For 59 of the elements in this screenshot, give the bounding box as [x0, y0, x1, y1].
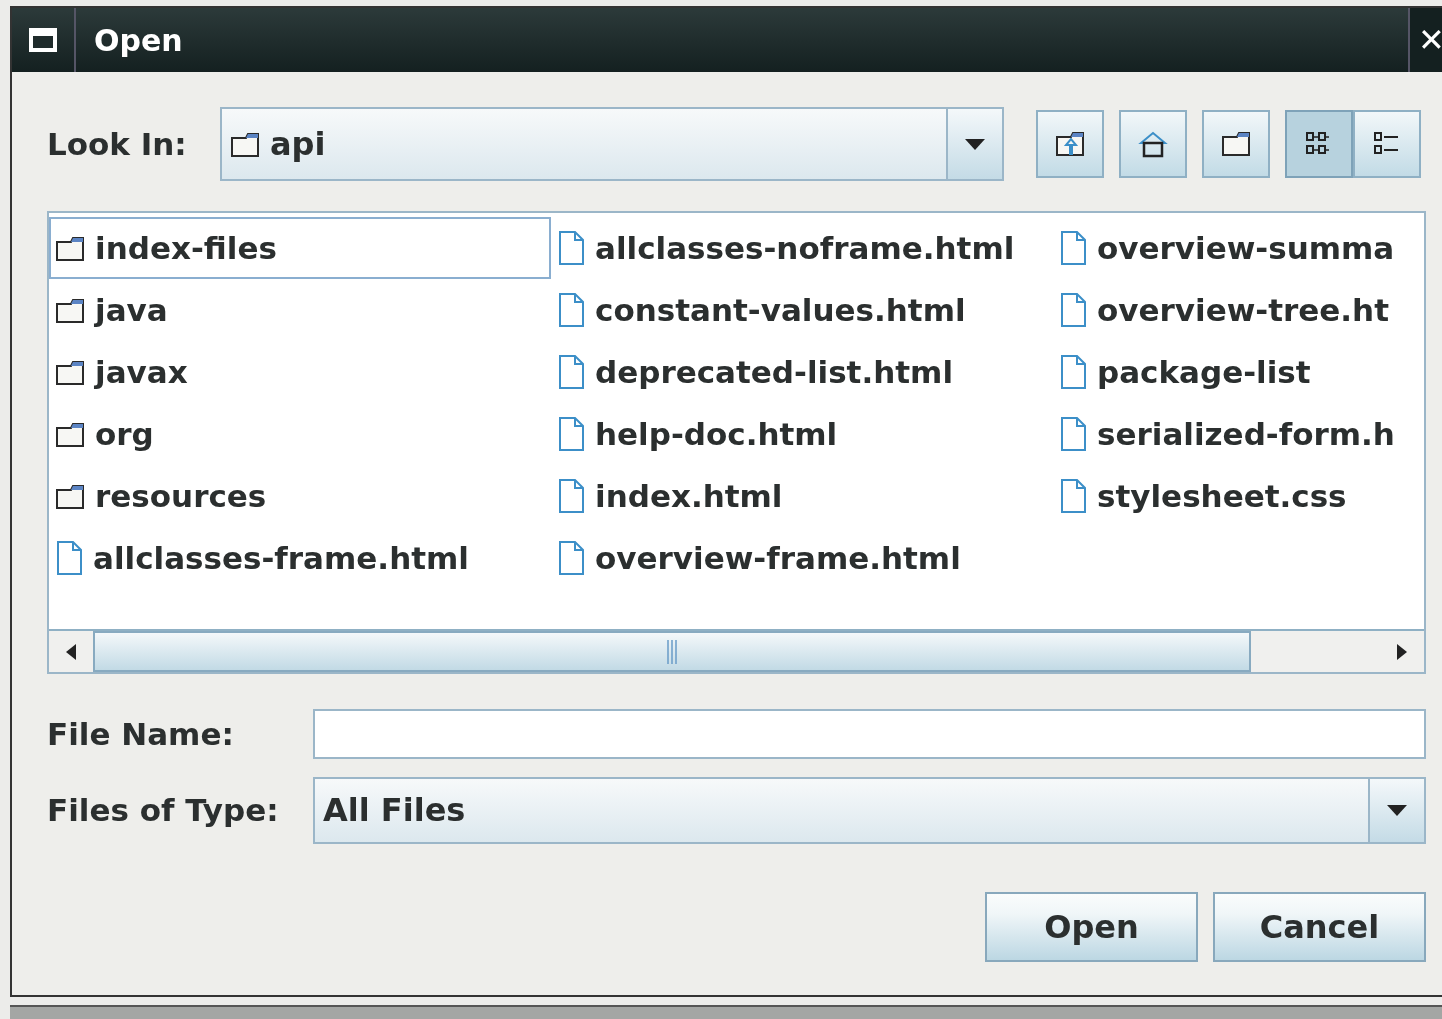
file-icon — [557, 354, 585, 390]
file-icon — [1059, 416, 1087, 452]
file-list-item[interactable]: overview-summa — [1053, 217, 1413, 279]
folder-icon — [55, 358, 85, 386]
file-icon — [557, 416, 585, 452]
folder-icon — [55, 420, 85, 448]
details-view-button[interactable] — [1353, 109, 1421, 178]
close-button[interactable]: ✕ — [1408, 8, 1442, 72]
folder-icon — [55, 482, 85, 510]
right-arrow-icon — [1396, 642, 1408, 661]
file-list-item[interactable]: allclasses-frame.html — [49, 527, 551, 589]
file-icon — [1059, 292, 1087, 328]
list-view-button[interactable] — [1285, 109, 1353, 178]
file-list-item[interactable]: index-files — [49, 217, 551, 279]
look-in-combo[interactable]: api — [220, 106, 1004, 181]
folder-button[interactable] — [1202, 109, 1270, 178]
file-list-item[interactable]: deprecated-list.html — [551, 341, 1053, 403]
file-type-combo[interactable]: All Files — [313, 776, 1426, 844]
file-icon — [557, 230, 585, 266]
window-title: Open — [94, 22, 184, 58]
file-icon — [557, 540, 585, 576]
file-icon — [55, 540, 83, 576]
file-list-item[interactable]: package-list — [1053, 341, 1413, 403]
file-name-field[interactable] — [313, 709, 1426, 759]
file-icon — [1059, 230, 1087, 266]
dropdown-arrow-button[interactable] — [1368, 778, 1424, 842]
file-type-label: Files of Type: — [47, 792, 280, 828]
folder-icon — [55, 234, 85, 262]
file-icon — [557, 478, 585, 514]
file-list-item[interactable]: serialized-form.h — [1053, 403, 1413, 465]
folder-icon — [55, 296, 85, 324]
file-list-item[interactable]: org — [49, 403, 551, 465]
file-list-item[interactable]: allclasses-noframe.html — [551, 217, 1053, 279]
look-in-label: Look In: — [47, 125, 188, 162]
caret-icon — [1385, 802, 1409, 818]
file-name-label: File Name: — [47, 716, 235, 752]
dropdown-arrow-button[interactable] — [946, 108, 1002, 179]
file-list-item[interactable]: overview-tree.ht — [1053, 279, 1413, 341]
file-icon — [557, 292, 585, 328]
scrollbar-thumb[interactable] — [93, 631, 1251, 672]
horizontal-scrollbar[interactable] — [49, 629, 1424, 672]
file-icon — [1059, 354, 1087, 390]
left-arrow-icon — [65, 642, 77, 661]
file-list-item[interactable]: help-doc.html — [551, 403, 1053, 465]
up-folder-button[interactable] — [1036, 109, 1104, 178]
file-list-item[interactable]: constant-values.html — [551, 279, 1053, 341]
file-list-item[interactable]: java — [49, 279, 551, 341]
file-list-item[interactable]: stylesheet.css — [1053, 465, 1413, 527]
cancel-button[interactable]: Cancel — [1213, 892, 1426, 962]
file-list-item[interactable]: overview-frame.html — [551, 527, 1053, 589]
file-icon — [1059, 478, 1087, 514]
open-button[interactable]: Open — [985, 892, 1198, 962]
look-in-value: api — [270, 124, 326, 163]
grip-icon — [666, 639, 678, 664]
file-list-item[interactable]: resources — [49, 465, 551, 527]
file-list-item[interactable]: javax — [49, 341, 551, 403]
home-button[interactable] — [1119, 109, 1187, 178]
file-list-item[interactable]: index.html — [551, 465, 1053, 527]
file-type-value: All Files — [323, 791, 466, 829]
